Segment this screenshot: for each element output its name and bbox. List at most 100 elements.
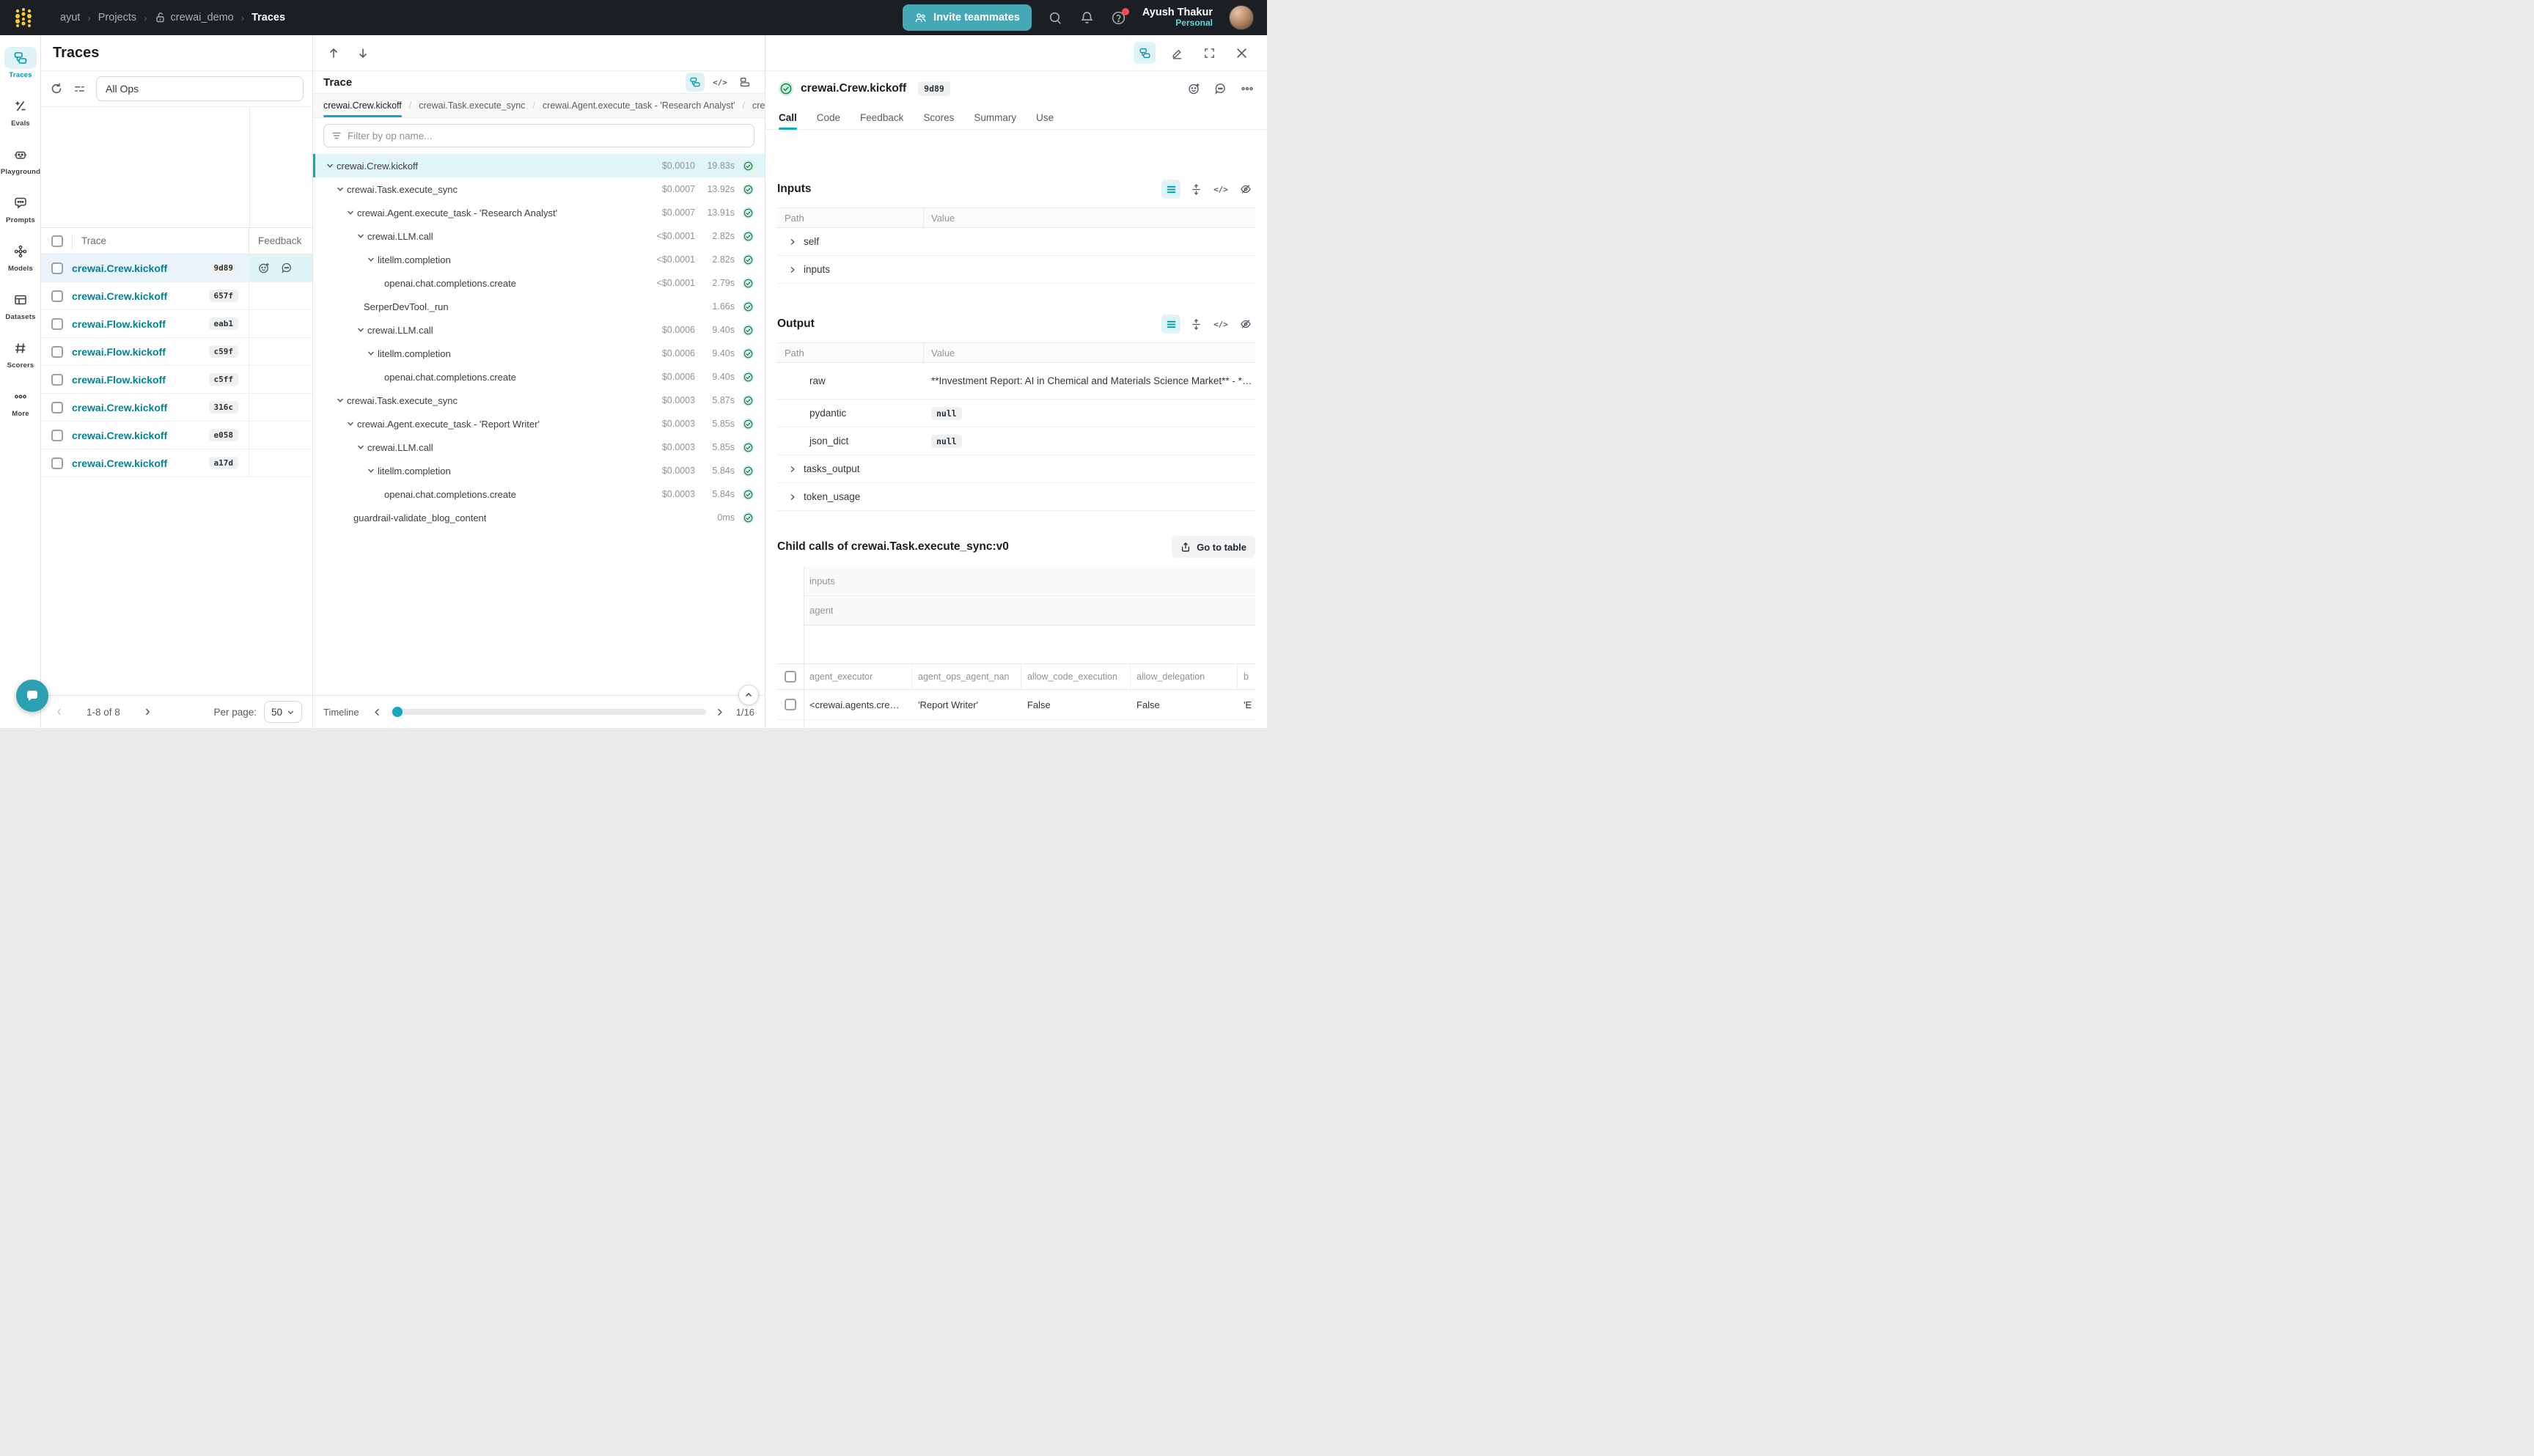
row-checkbox[interactable] (51, 430, 63, 441)
call-tree-row[interactable]: crewai.Agent.execute_task - 'Research An… (313, 201, 765, 224)
tab-code[interactable]: Code (817, 106, 840, 129)
output-row-pydantic[interactable]: pydantic null (777, 400, 1255, 427)
column-allow-delegation[interactable]: allow_delegation (1131, 664, 1238, 689)
output-row-raw[interactable]: raw **Investment Report: AI in Chemical … (777, 363, 1255, 400)
tab-use[interactable]: Use (1036, 106, 1054, 129)
next-page-icon[interactable] (142, 707, 153, 717)
fullscreen-icon[interactable] (1198, 42, 1220, 64)
trace-row[interactable]: crewai.Flow.kickoff c59f (41, 338, 312, 366)
call-tree-row[interactable]: litellm.completion<$0.00012.82s (313, 248, 765, 271)
per-page-select[interactable]: 50 (264, 701, 302, 723)
call-tree-row[interactable]: crewai.Agent.execute_task - 'Report Writ… (313, 412, 765, 435)
tab-scores[interactable]: Scores (923, 106, 954, 129)
trace-link[interactable]: crewai.Crew.kickoff (72, 290, 167, 302)
call-tree-row[interactable]: SerperDevTool._run1.66s (313, 295, 765, 318)
call-tree-row[interactable]: openai.chat.completions.create<$0.00012.… (313, 271, 765, 295)
call-tree-row[interactable]: crewai.LLM.call<$0.00012.82s (313, 224, 765, 248)
call-tree-row[interactable]: guardrail-validate_blog_content0ms (313, 506, 765, 529)
chevron-right-icon[interactable] (787, 266, 798, 273)
chevron-down-icon[interactable] (356, 444, 365, 451)
expand-collapse-icon[interactable] (1186, 180, 1205, 199)
edit-icon[interactable] (1166, 42, 1188, 64)
expand-collapse-icon[interactable] (1186, 315, 1205, 334)
column-agent-ops-agent-name[interactable]: agent_ops_agent_nan (912, 664, 1021, 689)
call-tree-row[interactable]: crewai.Task.execute_sync$0.00035.87s (313, 389, 765, 412)
timeline-slider[interactable] (391, 709, 706, 715)
chevron-down-icon[interactable] (345, 420, 355, 427)
call-tree-row[interactable]: litellm.completion$0.00069.40s (313, 342, 765, 365)
call-tree-row[interactable]: openai.chat.completions.create$0.00035.8… (313, 482, 765, 506)
chevron-right-icon[interactable] (787, 238, 798, 246)
sidebar-item-datasets[interactable]: Datasets (0, 289, 41, 330)
tab-summary[interactable]: Summary (974, 106, 1016, 129)
tree-view-icon[interactable] (686, 73, 705, 92)
breadcrumb-user[interactable]: ayut (60, 12, 80, 23)
arrow-down-icon[interactable] (357, 47, 369, 59)
column-allow-code-execution[interactable]: allow_code_execution (1021, 664, 1131, 689)
chevron-down-icon[interactable] (356, 232, 365, 240)
trace-row[interactable]: crewai.Crew.kickoff 657f (41, 282, 312, 310)
breadcrumb-projects[interactable]: Projects (98, 12, 136, 23)
timeline-next-icon[interactable] (715, 707, 724, 717)
child-call-row[interactable]: <crewai.agents.cre… 'Report Writer' Fals… (777, 690, 1255, 720)
comment-icon[interactable] (1214, 82, 1227, 95)
call-tree-row[interactable]: crewai.LLM.call$0.00035.85s (313, 435, 765, 459)
timeline-prev-icon[interactable] (372, 707, 382, 717)
call-tree-row[interactable]: crewai.LLM.call$0.00069.40s (313, 318, 765, 342)
chevron-right-icon[interactable] (787, 466, 798, 473)
sidebar-item-scorers[interactable]: Scorers (0, 337, 41, 378)
comment-icon[interactable] (281, 262, 293, 274)
trace-link[interactable]: crewai.Crew.kickoff (72, 262, 167, 274)
avatar[interactable] (1229, 5, 1254, 30)
trace-row[interactable]: crewai.Crew.kickoff a17d (41, 449, 312, 477)
search-icon[interactable] (1048, 10, 1063, 26)
trace-link[interactable]: crewai.Flow.kickoff (72, 318, 166, 330)
trace-row[interactable]: crewai.Flow.kickoff eab1 (41, 310, 312, 338)
op-filter-input[interactable] (348, 130, 746, 141)
code-view-icon[interactable]: </> (1211, 180, 1230, 199)
sidebar-item-models[interactable]: Models (0, 240, 41, 282)
trace-row[interactable]: crewai.Crew.kickoff e058 (41, 422, 312, 449)
chevron-down-icon[interactable] (325, 162, 334, 169)
arrow-up-icon[interactable] (328, 47, 339, 59)
chevron-down-icon[interactable] (366, 467, 375, 474)
sidebar-item-traces[interactable]: Traces (0, 47, 41, 88)
trace-link[interactable]: crewai.Flow.kickoff (72, 346, 166, 358)
flame-view-icon[interactable] (735, 73, 754, 92)
more-options-icon[interactable] (1241, 82, 1254, 95)
row-checkbox[interactable] (51, 318, 63, 330)
child-call-row[interactable]: <crewai.agents.cre… 'Research Analyst' F… (777, 720, 1255, 728)
row-checkbox[interactable] (51, 290, 63, 302)
chevron-down-icon[interactable] (356, 326, 365, 334)
filter-columns-icon[interactable] (73, 83, 86, 95)
trace-link[interactable]: crewai.Flow.kickoff (72, 374, 166, 386)
tab-task-execute-sync[interactable]: crewai.Task.execute_sync (419, 94, 525, 117)
trace-link[interactable]: crewai.Crew.kickoff (72, 402, 167, 413)
chevron-down-icon[interactable] (335, 185, 345, 193)
call-tree-row[interactable]: litellm.completion$0.00035.84s (313, 459, 765, 482)
column-agent-executor[interactable]: agent_executor (804, 664, 912, 689)
list-view-icon[interactable] (1161, 315, 1180, 334)
tab-llm-call[interactable]: crewai.LLM.cal (752, 94, 765, 117)
output-row-json-dict[interactable]: json_dict null (777, 427, 1255, 455)
timeline-slider-knob[interactable] (392, 707, 403, 717)
invite-teammates-button[interactable]: Invite teammates (903, 4, 1032, 31)
trace-column-header[interactable]: Trace (81, 235, 106, 246)
sidebar-item-evals[interactable]: Evals (0, 95, 41, 136)
input-row-self[interactable]: self (777, 228, 1255, 256)
hide-values-icon[interactable] (1236, 180, 1255, 199)
sidebar-item-more[interactable]: More (0, 386, 41, 427)
chevron-down-icon[interactable] (345, 209, 355, 216)
row-checkbox[interactable] (51, 262, 63, 274)
call-tree-row[interactable]: crewai.Task.execute_sync$0.000713.92s (313, 177, 765, 201)
row-checkbox[interactable] (785, 699, 796, 710)
trace-row[interactable]: crewai.Crew.kickoff 316c (41, 394, 312, 422)
row-checkbox[interactable] (51, 374, 63, 386)
hide-values-icon[interactable] (1236, 315, 1255, 334)
sidebar-item-playground[interactable]: Playground (0, 144, 41, 185)
scroll-top-button[interactable] (738, 685, 759, 705)
output-row-token-usage[interactable]: token_usage (777, 483, 1255, 511)
trace-link[interactable]: crewai.Crew.kickoff (72, 430, 167, 441)
select-all-checkbox[interactable] (785, 671, 796, 683)
call-tree-row[interactable]: openai.chat.completions.create$0.00069.4… (313, 365, 765, 389)
